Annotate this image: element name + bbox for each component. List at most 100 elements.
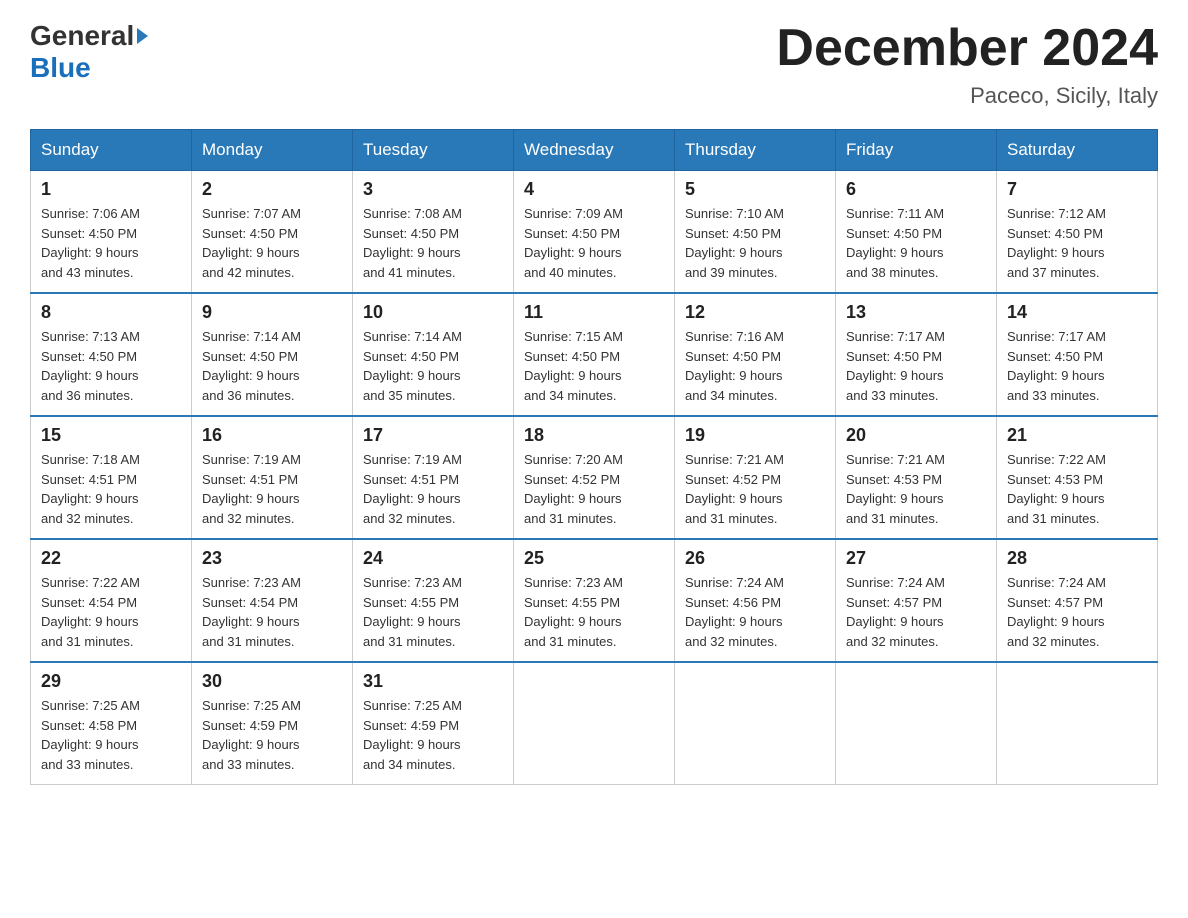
day-info: Sunrise: 7:23 AMSunset: 4:55 PMDaylight:… xyxy=(363,575,462,649)
day-number: 14 xyxy=(1007,302,1147,323)
day-info: Sunrise: 7:22 AMSunset: 4:53 PMDaylight:… xyxy=(1007,452,1106,526)
table-row xyxy=(675,662,836,785)
day-info: Sunrise: 7:18 AMSunset: 4:51 PMDaylight:… xyxy=(41,452,140,526)
table-row xyxy=(997,662,1158,785)
table-row: 25 Sunrise: 7:23 AMSunset: 4:55 PMDaylig… xyxy=(514,539,675,662)
table-row: 5 Sunrise: 7:10 AMSunset: 4:50 PMDayligh… xyxy=(675,171,836,294)
day-number: 2 xyxy=(202,179,342,200)
table-row: 17 Sunrise: 7:19 AMSunset: 4:51 PMDaylig… xyxy=(353,416,514,539)
day-info: Sunrise: 7:10 AMSunset: 4:50 PMDaylight:… xyxy=(685,206,784,280)
day-info: Sunrise: 7:17 AMSunset: 4:50 PMDaylight:… xyxy=(1007,329,1106,403)
table-row: 9 Sunrise: 7:14 AMSunset: 4:50 PMDayligh… xyxy=(192,293,353,416)
table-row: 10 Sunrise: 7:14 AMSunset: 4:50 PMDaylig… xyxy=(353,293,514,416)
day-info: Sunrise: 7:12 AMSunset: 4:50 PMDaylight:… xyxy=(1007,206,1106,280)
calendar-header-row: Sunday Monday Tuesday Wednesday Thursday… xyxy=(31,130,1158,171)
table-row: 8 Sunrise: 7:13 AMSunset: 4:50 PMDayligh… xyxy=(31,293,192,416)
table-row: 19 Sunrise: 7:21 AMSunset: 4:52 PMDaylig… xyxy=(675,416,836,539)
day-info: Sunrise: 7:19 AMSunset: 4:51 PMDaylight:… xyxy=(202,452,301,526)
table-row: 16 Sunrise: 7:19 AMSunset: 4:51 PMDaylig… xyxy=(192,416,353,539)
table-row: 20 Sunrise: 7:21 AMSunset: 4:53 PMDaylig… xyxy=(836,416,997,539)
table-row: 29 Sunrise: 7:25 AMSunset: 4:58 PMDaylig… xyxy=(31,662,192,785)
table-row xyxy=(514,662,675,785)
col-friday: Friday xyxy=(836,130,997,171)
day-number: 10 xyxy=(363,302,503,323)
day-info: Sunrise: 7:17 AMSunset: 4:50 PMDaylight:… xyxy=(846,329,945,403)
logo: General Blue xyxy=(30,20,148,84)
table-row: 18 Sunrise: 7:20 AMSunset: 4:52 PMDaylig… xyxy=(514,416,675,539)
calendar-week-row: 8 Sunrise: 7:13 AMSunset: 4:50 PMDayligh… xyxy=(31,293,1158,416)
table-row: 6 Sunrise: 7:11 AMSunset: 4:50 PMDayligh… xyxy=(836,171,997,294)
day-number: 11 xyxy=(524,302,664,323)
day-number: 17 xyxy=(363,425,503,446)
table-row xyxy=(836,662,997,785)
day-info: Sunrise: 7:23 AMSunset: 4:55 PMDaylight:… xyxy=(524,575,623,649)
table-row: 3 Sunrise: 7:08 AMSunset: 4:50 PMDayligh… xyxy=(353,171,514,294)
logo-general-text: General xyxy=(30,20,134,52)
day-number: 27 xyxy=(846,548,986,569)
day-info: Sunrise: 7:24 AMSunset: 4:57 PMDaylight:… xyxy=(1007,575,1106,649)
day-info: Sunrise: 7:22 AMSunset: 4:54 PMDaylight:… xyxy=(41,575,140,649)
day-info: Sunrise: 7:13 AMSunset: 4:50 PMDaylight:… xyxy=(41,329,140,403)
table-row: 22 Sunrise: 7:22 AMSunset: 4:54 PMDaylig… xyxy=(31,539,192,662)
day-number: 15 xyxy=(41,425,181,446)
day-info: Sunrise: 7:19 AMSunset: 4:51 PMDaylight:… xyxy=(363,452,462,526)
day-info: Sunrise: 7:09 AMSunset: 4:50 PMDaylight:… xyxy=(524,206,623,280)
day-number: 24 xyxy=(363,548,503,569)
logo-blue-text: Blue xyxy=(30,52,91,83)
calendar-week-row: 1 Sunrise: 7:06 AMSunset: 4:50 PMDayligh… xyxy=(31,171,1158,294)
day-info: Sunrise: 7:15 AMSunset: 4:50 PMDaylight:… xyxy=(524,329,623,403)
calendar-week-row: 15 Sunrise: 7:18 AMSunset: 4:51 PMDaylig… xyxy=(31,416,1158,539)
table-row: 31 Sunrise: 7:25 AMSunset: 4:59 PMDaylig… xyxy=(353,662,514,785)
calendar-subtitle: Paceco, Sicily, Italy xyxy=(776,83,1158,109)
col-wednesday: Wednesday xyxy=(514,130,675,171)
day-number: 1 xyxy=(41,179,181,200)
table-row: 11 Sunrise: 7:15 AMSunset: 4:50 PMDaylig… xyxy=(514,293,675,416)
day-number: 29 xyxy=(41,671,181,692)
day-info: Sunrise: 7:23 AMSunset: 4:54 PMDaylight:… xyxy=(202,575,301,649)
day-info: Sunrise: 7:25 AMSunset: 4:59 PMDaylight:… xyxy=(363,698,462,772)
title-block: December 2024 Paceco, Sicily, Italy xyxy=(776,20,1158,109)
day-info: Sunrise: 7:21 AMSunset: 4:52 PMDaylight:… xyxy=(685,452,784,526)
calendar-week-row: 22 Sunrise: 7:22 AMSunset: 4:54 PMDaylig… xyxy=(31,539,1158,662)
day-info: Sunrise: 7:11 AMSunset: 4:50 PMDaylight:… xyxy=(846,206,944,280)
day-info: Sunrise: 7:21 AMSunset: 4:53 PMDaylight:… xyxy=(846,452,945,526)
day-number: 19 xyxy=(685,425,825,446)
day-info: Sunrise: 7:14 AMSunset: 4:50 PMDaylight:… xyxy=(202,329,301,403)
day-number: 20 xyxy=(846,425,986,446)
table-row: 27 Sunrise: 7:24 AMSunset: 4:57 PMDaylig… xyxy=(836,539,997,662)
table-row: 23 Sunrise: 7:23 AMSunset: 4:54 PMDaylig… xyxy=(192,539,353,662)
day-number: 28 xyxy=(1007,548,1147,569)
col-thursday: Thursday xyxy=(675,130,836,171)
table-row: 28 Sunrise: 7:24 AMSunset: 4:57 PMDaylig… xyxy=(997,539,1158,662)
day-number: 8 xyxy=(41,302,181,323)
day-info: Sunrise: 7:14 AMSunset: 4:50 PMDaylight:… xyxy=(363,329,462,403)
day-number: 21 xyxy=(1007,425,1147,446)
logo-triangle-icon xyxy=(137,28,148,44)
table-row: 2 Sunrise: 7:07 AMSunset: 4:50 PMDayligh… xyxy=(192,171,353,294)
day-number: 30 xyxy=(202,671,342,692)
table-row: 21 Sunrise: 7:22 AMSunset: 4:53 PMDaylig… xyxy=(997,416,1158,539)
day-number: 31 xyxy=(363,671,503,692)
calendar-table: Sunday Monday Tuesday Wednesday Thursday… xyxy=(30,129,1158,785)
calendar-title: December 2024 xyxy=(776,20,1158,77)
day-number: 5 xyxy=(685,179,825,200)
day-number: 4 xyxy=(524,179,664,200)
table-row: 1 Sunrise: 7:06 AMSunset: 4:50 PMDayligh… xyxy=(31,171,192,294)
day-info: Sunrise: 7:06 AMSunset: 4:50 PMDaylight:… xyxy=(41,206,140,280)
day-number: 22 xyxy=(41,548,181,569)
page-header: General Blue December 2024 Paceco, Sicil… xyxy=(30,20,1158,109)
day-number: 25 xyxy=(524,548,664,569)
day-number: 7 xyxy=(1007,179,1147,200)
table-row: 24 Sunrise: 7:23 AMSunset: 4:55 PMDaylig… xyxy=(353,539,514,662)
table-row: 7 Sunrise: 7:12 AMSunset: 4:50 PMDayligh… xyxy=(997,171,1158,294)
calendar-week-row: 29 Sunrise: 7:25 AMSunset: 4:58 PMDaylig… xyxy=(31,662,1158,785)
day-info: Sunrise: 7:07 AMSunset: 4:50 PMDaylight:… xyxy=(202,206,301,280)
day-number: 9 xyxy=(202,302,342,323)
table-row: 15 Sunrise: 7:18 AMSunset: 4:51 PMDaylig… xyxy=(31,416,192,539)
day-info: Sunrise: 7:16 AMSunset: 4:50 PMDaylight:… xyxy=(685,329,784,403)
col-tuesday: Tuesday xyxy=(353,130,514,171)
day-info: Sunrise: 7:25 AMSunset: 4:59 PMDaylight:… xyxy=(202,698,301,772)
table-row: 26 Sunrise: 7:24 AMSunset: 4:56 PMDaylig… xyxy=(675,539,836,662)
day-info: Sunrise: 7:25 AMSunset: 4:58 PMDaylight:… xyxy=(41,698,140,772)
day-number: 23 xyxy=(202,548,342,569)
